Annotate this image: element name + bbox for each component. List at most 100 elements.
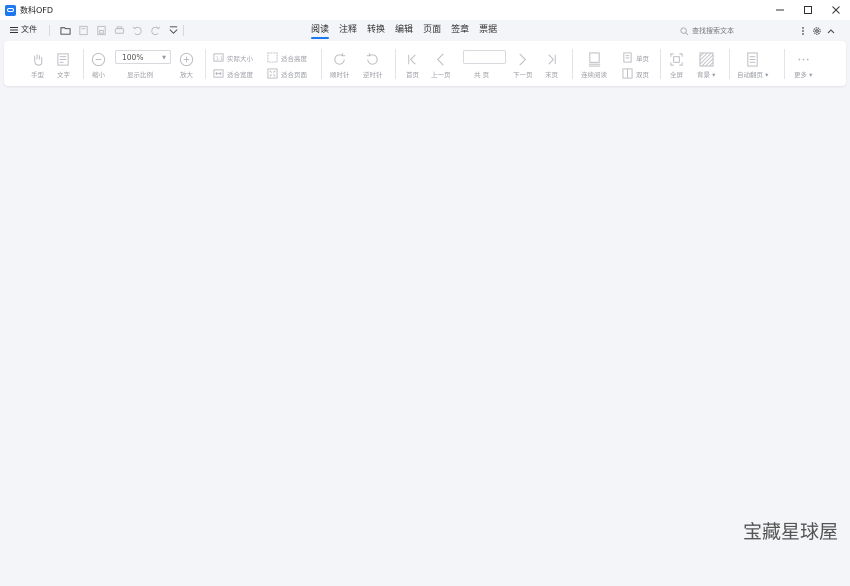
- page-count-label: 共 页: [474, 71, 490, 79]
- undo-button[interactable]: [128, 24, 146, 37]
- file-menu-label: 文件: [21, 25, 37, 34]
- single-page-button[interactable]: 单页: [622, 52, 649, 63]
- tab-convert[interactable]: 转换: [362, 20, 390, 41]
- first-page-icon: [408, 54, 416, 65]
- redo-button[interactable]: [146, 24, 164, 37]
- zoom-in-icon: [179, 52, 194, 67]
- quick-access-toolbar: [56, 24, 182, 37]
- watermark-text: 宝藏星球屋: [743, 521, 839, 543]
- hand-icon: [34, 54, 43, 66]
- fit-page-button[interactable]: 适合页面: [267, 68, 307, 79]
- more-label: 更多 ▾: [794, 71, 813, 79]
- select-text-label: 文字: [57, 71, 70, 79]
- file-menu-button[interactable]: 文件: [9, 24, 37, 35]
- tab-read[interactable]: 阅读: [306, 20, 334, 41]
- next-page-button[interactable]: 下一页: [513, 52, 533, 79]
- single-page-icon: [623, 52, 632, 63]
- save-icon: [78, 25, 88, 36]
- more-options-button[interactable]: [796, 24, 810, 37]
- undo-icon: [132, 26, 142, 36]
- chevron-up-icon: [827, 28, 835, 33]
- fullscreen-label: 全屏: [670, 71, 683, 79]
- select-text-button[interactable]: 文字: [56, 52, 71, 79]
- app-logo-icon: [5, 4, 16, 16]
- double-page-button[interactable]: 双页: [622, 68, 649, 79]
- fullscreen-button[interactable]: 全屏: [669, 52, 684, 79]
- rotate-counterclockwise-label: 逆时针: [363, 71, 383, 79]
- previous-page-button[interactable]: 上一页: [431, 52, 451, 79]
- page-number-input[interactable]: [463, 50, 506, 64]
- divider: [321, 49, 322, 79]
- fit-width-icon: [213, 69, 224, 78]
- fit-width-label: 适合宽度: [227, 70, 253, 79]
- fit-width-button[interactable]: 适合宽度: [213, 68, 253, 79]
- tab-edit[interactable]: 编辑: [390, 20, 418, 41]
- continuous-reading-button[interactable]: 连续阅读: [581, 52, 607, 79]
- first-page-button[interactable]: 首页: [405, 52, 420, 79]
- divider: [205, 49, 206, 79]
- settings-button[interactable]: [810, 24, 824, 37]
- auto-scroll-label: 自动翻页 ▾: [737, 71, 769, 79]
- tab-invoice[interactable]: 票据: [474, 20, 502, 41]
- fit-page-label: 适合页面: [281, 70, 307, 79]
- collapse-ribbon-button[interactable]: [824, 24, 838, 37]
- close-button[interactable]: [822, 0, 850, 20]
- rotate-clockwise-icon: [334, 52, 346, 65]
- zoom-out-button[interactable]: 缩小: [91, 52, 106, 79]
- zoom-out-icon: [91, 52, 106, 67]
- next-page-label: 下一页: [513, 71, 533, 79]
- first-page-label: 首页: [406, 71, 419, 79]
- auto-scroll-button[interactable]: 自动翻页 ▾: [737, 52, 768, 79]
- title-bar: 数科OFD: [0, 0, 850, 20]
- zoom-label: 显示比例: [127, 71, 153, 79]
- chevron-down-icon: ▼: [162, 55, 166, 61]
- zoom-select[interactable]: 100% ▼: [115, 50, 171, 64]
- minimize-button[interactable]: [766, 0, 794, 20]
- right-toolbar: [796, 24, 838, 37]
- save-as-icon: [96, 25, 106, 36]
- document-area[interactable]: [0, 86, 850, 586]
- open-button[interactable]: [56, 24, 74, 37]
- auto-scroll-icon: [747, 52, 758, 67]
- folder-open-icon: [59, 27, 71, 35]
- rotate-clockwise-button[interactable]: 顺时针: [330, 52, 350, 79]
- search-box[interactable]: [680, 25, 790, 37]
- continuous-reading-label: 连续阅读: [581, 71, 607, 79]
- hand-tool-label: 手型: [31, 71, 44, 79]
- chevron-left-icon: [437, 53, 444, 66]
- redo-icon: [150, 26, 160, 36]
- save-as-button[interactable]: [92, 24, 110, 37]
- gear-icon: [813, 26, 821, 35]
- actual-size-button[interactable]: 1:1 实际大小: [213, 52, 253, 63]
- customize-toolbar-button[interactable]: [164, 24, 182, 37]
- vertical-dots-icon: [802, 26, 804, 35]
- divider: [49, 25, 50, 36]
- fit-height-button[interactable]: 适合高度: [267, 52, 307, 63]
- divider: [729, 49, 730, 79]
- tab-page[interactable]: 页面: [418, 20, 446, 41]
- tab-signature[interactable]: 签章: [446, 20, 474, 41]
- print-button[interactable]: [110, 24, 128, 37]
- previous-page-label: 上一页: [431, 71, 451, 79]
- last-page-label: 末页: [545, 71, 558, 79]
- search-input[interactable]: [692, 27, 782, 35]
- actual-size-icon: 1:1: [213, 53, 224, 62]
- rotate-clockwise-label: 顺时针: [330, 71, 350, 79]
- last-page-button[interactable]: 末页: [544, 52, 559, 79]
- rotate-counterclockwise-button[interactable]: 逆时针: [363, 52, 383, 79]
- save-button[interactable]: [74, 24, 92, 37]
- tab-annotate[interactable]: 注释: [334, 20, 362, 41]
- chevron-down-icon: [169, 26, 177, 34]
- more-button[interactable]: 更多 ▾: [794, 52, 812, 79]
- zoom-in-button[interactable]: 放大: [179, 52, 194, 79]
- hand-tool-button[interactable]: 手型: [30, 52, 45, 79]
- divider: [183, 25, 184, 36]
- rotate-counterclockwise-icon: [367, 52, 378, 65]
- maximize-icon: [804, 6, 812, 14]
- maximize-button[interactable]: [794, 0, 822, 20]
- divider: [572, 49, 573, 79]
- app-title: 数科OFD: [20, 5, 54, 15]
- background-button[interactable]: 背景 ▾: [697, 52, 715, 79]
- window-controls: [766, 0, 850, 20]
- menu-bar: 文件 阅读 注释 转换 编辑 页面 签章 票据: [0, 20, 850, 41]
